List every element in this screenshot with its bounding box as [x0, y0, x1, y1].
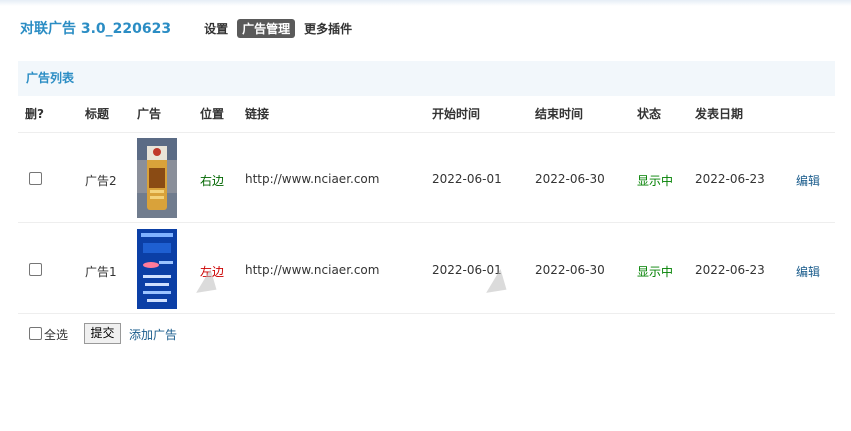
nav-settings[interactable]: 设置 [199, 19, 233, 38]
row-position: 左边 [200, 265, 225, 279]
select-all-checkbox[interactable] [29, 327, 42, 340]
row-title: 广告1 [85, 265, 117, 279]
submit-button[interactable]: 提交 [84, 323, 121, 344]
row-start-time: 2022-06-01 [432, 263, 502, 277]
add-ad-link[interactable]: 添加广告 [129, 326, 177, 343]
row-edit-link[interactable]: 编辑 [796, 172, 820, 189]
row-status: 显示中 [637, 265, 674, 279]
col-ad: 广告 [137, 107, 162, 121]
col-title: 标题 [85, 107, 110, 121]
nav-more-plugins[interactable]: 更多插件 [299, 19, 357, 38]
row-link: http://www.nciaer.com [245, 172, 380, 186]
col-link: 链接 [245, 107, 270, 121]
col-publish-date: 发表日期 [695, 107, 744, 121]
row-link: http://www.nciaer.com [245, 263, 380, 277]
row-title: 广告2 [85, 174, 117, 188]
col-start-time: 开始时间 [432, 107, 481, 121]
row-start-time: 2022-06-01 [432, 172, 502, 186]
ad-thumbnail [137, 138, 177, 218]
divider [18, 313, 835, 314]
top-gradient-bar [0, 0, 851, 6]
col-end-time: 结束时间 [535, 107, 584, 121]
app-title: 对联广告 3.0_220623 [20, 21, 172, 37]
nav-ad-management[interactable]: 广告管理 [237, 18, 296, 38]
row-delete-checkbox[interactable] [29, 172, 42, 185]
select-all-label: 全选 [44, 328, 69, 342]
row-publish-date: 2022-06-23 [695, 172, 765, 186]
header: 对联广告 3.0_220623 设置 广告管理 更多插件 [20, 18, 361, 38]
ad-thumbnail [137, 229, 177, 309]
panel-title: 广告列表 [18, 61, 835, 96]
row-status: 显示中 [637, 174, 674, 188]
col-status: 状态 [637, 107, 662, 121]
col-delete: 删? [25, 107, 44, 121]
divider [18, 222, 835, 223]
row-publish-date: 2022-06-23 [695, 263, 765, 277]
row-edit-link[interactable]: 编辑 [796, 263, 820, 280]
row-position: 右边 [200, 174, 225, 188]
col-position: 位置 [200, 107, 225, 121]
divider [18, 132, 835, 133]
row-delete-checkbox[interactable] [29, 263, 42, 276]
row-end-time: 2022-06-30 [535, 263, 605, 277]
row-end-time: 2022-06-30 [535, 172, 605, 186]
